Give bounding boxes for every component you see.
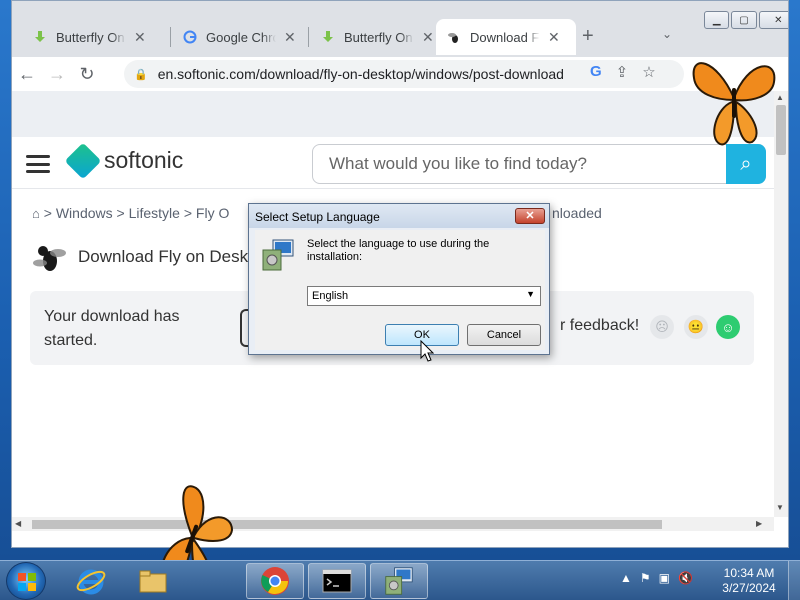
tab-strip: Butterfly On D ✕ Google Chron ✕ Butterfl… — [12, 1, 788, 57]
clock-time: 10:34 AM — [723, 566, 775, 580]
setup-language-dialog: Select Setup Language ✕ Select the langu… — [248, 203, 550, 355]
setup-installer-taskbar-icon[interactable] — [370, 563, 428, 599]
happy-face-icon[interactable]: ☺ — [716, 315, 740, 339]
volume-muted-icon[interactable]: 🔇 — [678, 571, 693, 585]
bookmark-star-icon[interactable]: ☆ — [642, 63, 655, 81]
fly-app-icon — [33, 246, 66, 271]
file-explorer-icon[interactable] — [124, 563, 182, 599]
tab-close-icon[interactable]: ✕ — [548, 29, 560, 46]
new-tab-button[interactable]: + — [582, 25, 594, 48]
taskbar: ▲ ⚑ ▣ 🔇 10:34 AM 3/27/2024 — [0, 560, 800, 600]
sad-face-icon[interactable]: ☹ — [650, 315, 674, 339]
download-arrow-icon — [32, 29, 48, 45]
minimize-button[interactable]: ▁ — [704, 11, 730, 29]
browser-toolbar: ← → ↻ 🔒 en.softonic.com/download/fly-on-… — [12, 57, 788, 91]
reload-icon[interactable]: ↻ — [72, 64, 102, 85]
dialog-title: Select Setup Language — [249, 204, 549, 228]
url-text: en.softonic.com/download/fly-on-desktop/… — [157, 66, 564, 82]
chrome-taskbar-icon[interactable] — [246, 563, 304, 599]
download-heading: Download Fly on Deskt — [32, 239, 253, 275]
lock-icon: 🔒 — [134, 68, 148, 81]
breadcrumb-windows[interactable]: Windows — [56, 205, 113, 221]
back-arrow-icon[interactable]: ← — [12, 64, 42, 85]
tab-close-icon[interactable]: ✕ — [284, 29, 296, 46]
scroll-thumb[interactable] — [32, 520, 662, 529]
tab-title: Butterfly On D — [56, 29, 126, 45]
dialog-close-button[interactable]: ✕ — [515, 208, 545, 224]
download-started-text: Your download has started. — [44, 308, 180, 349]
google-lens-icon[interactable]: G — [590, 63, 602, 81]
internet-explorer-icon[interactable] — [62, 563, 120, 599]
softonic-logo-mark — [64, 142, 102, 179]
tab-butterfly-2[interactable]: Butterfly On D ✕ — [310, 19, 446, 55]
action-center-flag-icon[interactable]: ⚑ — [640, 571, 651, 585]
home-icon[interactable]: ⌂ — [32, 206, 40, 221]
breadcrumb-current: nloaded — [552, 205, 602, 221]
clock-date: 3/27/2024 — [722, 581, 776, 595]
close-button[interactable]: ✕ — [758, 11, 788, 29]
tab-close-icon[interactable]: ✕ — [134, 29, 146, 46]
mouse-cursor-icon — [420, 340, 434, 362]
cancel-button[interactable]: Cancel — [467, 324, 541, 346]
window-controls: ▁ ▢ ✕ — [704, 11, 788, 29]
feedback-label: r feedback! — [560, 317, 640, 334]
breadcrumb-fly[interactable]: Fly O — [196, 205, 229, 221]
fly-icon — [446, 29, 462, 45]
site-header: softonic What would you like to find tod… — [12, 137, 774, 189]
butterfly-icon — [692, 62, 776, 146]
media-player-icon[interactable] — [186, 563, 244, 599]
hamburger-menu-icon[interactable] — [26, 155, 50, 173]
language-select[interactable]: English ▼ — [307, 286, 541, 306]
show-desktop-button[interactable] — [788, 561, 800, 600]
network-icon[interactable]: ▣ — [659, 571, 670, 585]
google-g-icon — [182, 29, 198, 45]
setup-installer-icon — [262, 239, 294, 271]
tab-close-icon[interactable]: ✕ — [422, 29, 434, 46]
dialog-message: Select the language to use during the in… — [307, 238, 490, 263]
tab-google-chrome[interactable]: Google Chron ✕ — [172, 19, 310, 55]
tab-title: Google Chron — [206, 29, 276, 45]
forward-arrow-icon[interactable]: → — [42, 64, 72, 85]
system-tray: ▲ ⚑ ▣ 🔇 — [620, 571, 693, 585]
show-hidden-icons-icon[interactable]: ▲ — [620, 571, 632, 585]
command-prompt-icon[interactable] — [308, 563, 366, 599]
share-icon[interactable]: ⇪ — [616, 63, 629, 81]
download-arrow-icon — [320, 29, 336, 45]
horizontal-scrollbar[interactable]: ◀ ▶ — [12, 517, 774, 531]
softonic-logo[interactable]: softonic — [64, 142, 183, 179]
breadcrumb-lifestyle[interactable]: Lifestyle — [129, 205, 180, 221]
start-button[interactable] — [6, 562, 46, 600]
clock[interactable]: 10:34 AM 3/27/2024 — [716, 566, 782, 596]
bookmark-bar — [12, 91, 788, 137]
tab-title: Download Fly — [470, 29, 540, 45]
tab-download-fly[interactable]: Download Fly ✕ — [436, 19, 576, 55]
tab-butterfly-1[interactable]: Butterfly On D ✕ — [22, 19, 162, 55]
neutral-face-icon[interactable]: 😐 — [684, 315, 708, 339]
tab-search-chevron-icon[interactable]: ⌄ — [662, 27, 672, 41]
tab-title: Butterfly On D — [344, 29, 414, 45]
dropdown-arrow-icon: ▼ — [526, 289, 535, 299]
maximize-button[interactable]: ▢ — [731, 11, 757, 29]
breadcrumb: ⌂ > Windows > Lifestyle > Fly O — [32, 205, 230, 221]
